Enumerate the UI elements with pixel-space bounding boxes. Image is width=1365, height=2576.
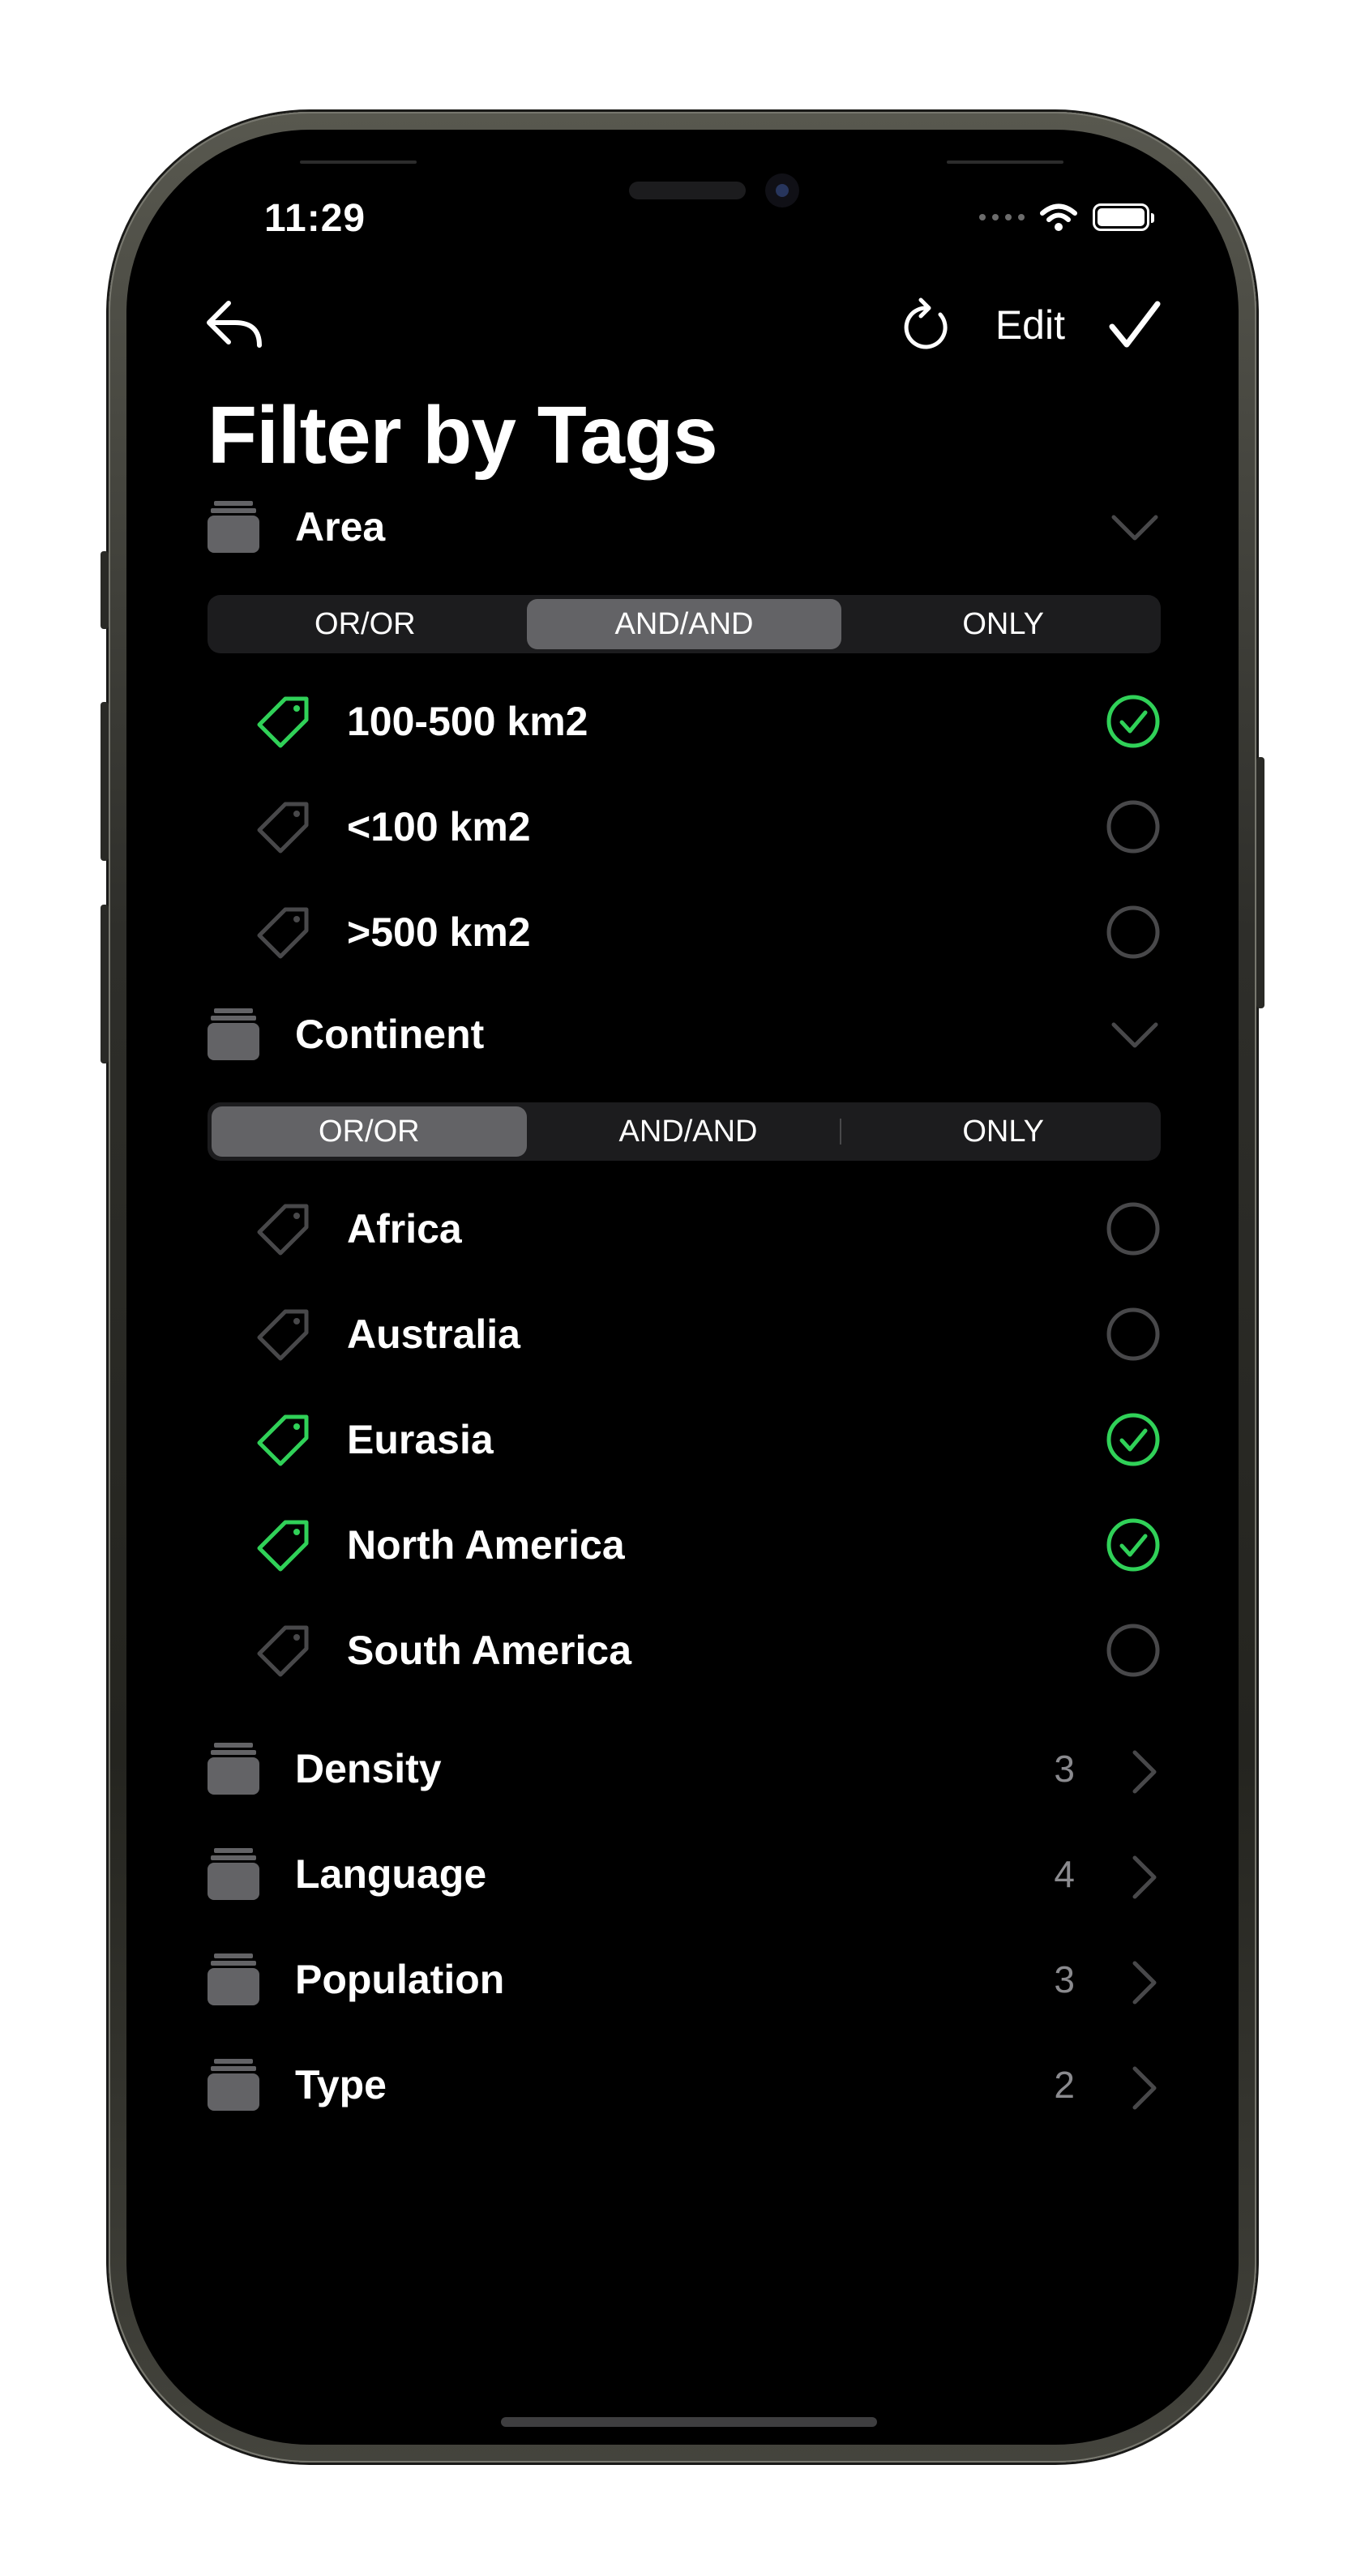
tag-label: Australia bbox=[347, 1312, 520, 1357]
tag-icon bbox=[257, 1414, 309, 1466]
tag-label: 100-500 km2 bbox=[347, 699, 588, 744]
chevron-down-icon[interactable] bbox=[1109, 507, 1161, 546]
tag-row[interactable]: South America bbox=[256, 1602, 1161, 1699]
tag-count: 3 bbox=[1054, 1748, 1075, 1790]
group-header-area[interactable]: Area bbox=[208, 486, 1161, 567]
tag-label: <100 km2 bbox=[347, 804, 531, 849]
camera bbox=[765, 173, 799, 208]
chevron-right-icon[interactable] bbox=[1128, 1749, 1161, 1795]
checkmark-circle-icon[interactable] bbox=[1106, 1412, 1161, 1467]
chevron-right-icon[interactable] bbox=[1128, 2065, 1161, 2111]
group-label: Area bbox=[295, 504, 386, 550]
tag-row[interactable]: Australia bbox=[256, 1286, 1161, 1383]
antenna-band bbox=[300, 160, 417, 164]
signal-icon bbox=[979, 214, 1025, 220]
segment-and-and[interactable]: AND/AND bbox=[531, 1102, 846, 1161]
group-header-density[interactable]: Density 3 bbox=[208, 1728, 1161, 1809]
folder-stack-icon bbox=[208, 1743, 259, 1795]
tag-label: Africa bbox=[347, 1206, 462, 1252]
mute-switch bbox=[101, 551, 109, 629]
tag-icon bbox=[257, 907, 309, 959]
folder-stack-icon bbox=[208, 2059, 259, 2111]
tag-icon bbox=[257, 1309, 309, 1361]
folder-stack-icon bbox=[208, 501, 259, 553]
chevron-right-icon[interactable] bbox=[1128, 1960, 1161, 2005]
empty-circle-icon[interactable] bbox=[1106, 1623, 1161, 1678]
folder-stack-icon bbox=[208, 1848, 259, 1900]
tag-icon bbox=[257, 1204, 309, 1256]
power-button bbox=[1256, 757, 1264, 1008]
tag-row[interactable]: Eurasia bbox=[256, 1391, 1161, 1488]
segment-divider bbox=[840, 1119, 841, 1145]
volume-down-button bbox=[101, 905, 109, 1063]
segment-only[interactable]: ONLY bbox=[845, 1102, 1161, 1161]
tag-row[interactable]: North America bbox=[256, 1496, 1161, 1594]
logic-segmented-control[interactable]: OR/OR AND/AND ONLY bbox=[208, 1102, 1161, 1161]
folder-stack-icon bbox=[208, 1008, 259, 1060]
antenna-band bbox=[947, 160, 1063, 164]
tag-row[interactable]: 100-500 km2 bbox=[256, 673, 1161, 770]
group-header-language[interactable]: Language 4 bbox=[208, 1834, 1161, 1915]
tag-icon bbox=[257, 1625, 309, 1677]
status-time: 11:29 bbox=[264, 197, 366, 240]
toolbar: Edit bbox=[900, 297, 1161, 353]
segment-or-or[interactable]: OR/OR bbox=[212, 1106, 527, 1157]
empty-circle-icon[interactable] bbox=[1106, 799, 1161, 854]
refresh-icon[interactable] bbox=[900, 297, 952, 353]
segment-only[interactable]: ONLY bbox=[845, 595, 1161, 653]
folder-stack-icon bbox=[208, 1953, 259, 2005]
segment-or-or[interactable]: OR/OR bbox=[208, 595, 523, 653]
group-label: Population bbox=[295, 1957, 505, 2002]
empty-circle-icon[interactable] bbox=[1106, 905, 1161, 960]
speaker bbox=[629, 182, 746, 199]
segment-and-and[interactable]: AND/AND bbox=[526, 599, 842, 649]
edit-button[interactable]: Edit bbox=[995, 302, 1065, 349]
wifi-icon bbox=[1040, 203, 1077, 231]
empty-circle-icon[interactable] bbox=[1106, 1201, 1161, 1256]
checkmark-circle-icon[interactable] bbox=[1106, 694, 1161, 749]
tag-row[interactable]: Africa bbox=[256, 1180, 1161, 1277]
tag-row[interactable]: >500 km2 bbox=[256, 884, 1161, 981]
back-button[interactable] bbox=[204, 297, 266, 353]
tag-count: 3 bbox=[1054, 1958, 1075, 2000]
group-header-type[interactable]: Type 2 bbox=[208, 2044, 1161, 2125]
tag-label: Eurasia bbox=[347, 1417, 494, 1462]
group-header-continent[interactable]: Continent bbox=[208, 994, 1161, 1075]
reply-arrow-icon bbox=[207, 301, 262, 348]
screen: 11:29 Edit Filter by Tags Area OR/OR AND/A… bbox=[126, 130, 1239, 2445]
volume-up-button bbox=[101, 702, 109, 861]
tag-count: 2 bbox=[1054, 2064, 1075, 2106]
group-label: Continent bbox=[295, 1012, 485, 1057]
group-label: Density bbox=[295, 1746, 442, 1791]
group-label: Type bbox=[295, 2062, 387, 2107]
group-label: Language bbox=[295, 1851, 487, 1897]
tag-label: South America bbox=[347, 1628, 632, 1673]
tag-label: North America bbox=[347, 1522, 625, 1568]
tag-count: 4 bbox=[1054, 1853, 1075, 1895]
tag-icon bbox=[257, 696, 309, 748]
home-indicator[interactable] bbox=[501, 2417, 877, 2427]
page-title: Filter by Tags bbox=[208, 390, 718, 481]
group-header-population[interactable]: Population 3 bbox=[208, 1939, 1161, 2020]
empty-circle-icon[interactable] bbox=[1106, 1307, 1161, 1362]
checkmark-circle-icon[interactable] bbox=[1106, 1517, 1161, 1573]
tag-icon bbox=[257, 802, 309, 854]
tag-icon bbox=[257, 1520, 309, 1572]
logic-segmented-control[interactable]: OR/OR AND/AND ONLY bbox=[208, 595, 1161, 653]
checkmark-icon[interactable] bbox=[1109, 301, 1161, 349]
tag-label: >500 km2 bbox=[347, 909, 531, 955]
chevron-right-icon[interactable] bbox=[1128, 1855, 1161, 1900]
chevron-down-icon[interactable] bbox=[1109, 1015, 1161, 1054]
tag-row[interactable]: <100 km2 bbox=[256, 778, 1161, 875]
battery-icon bbox=[1093, 203, 1154, 231]
status-icons bbox=[979, 203, 1154, 232]
